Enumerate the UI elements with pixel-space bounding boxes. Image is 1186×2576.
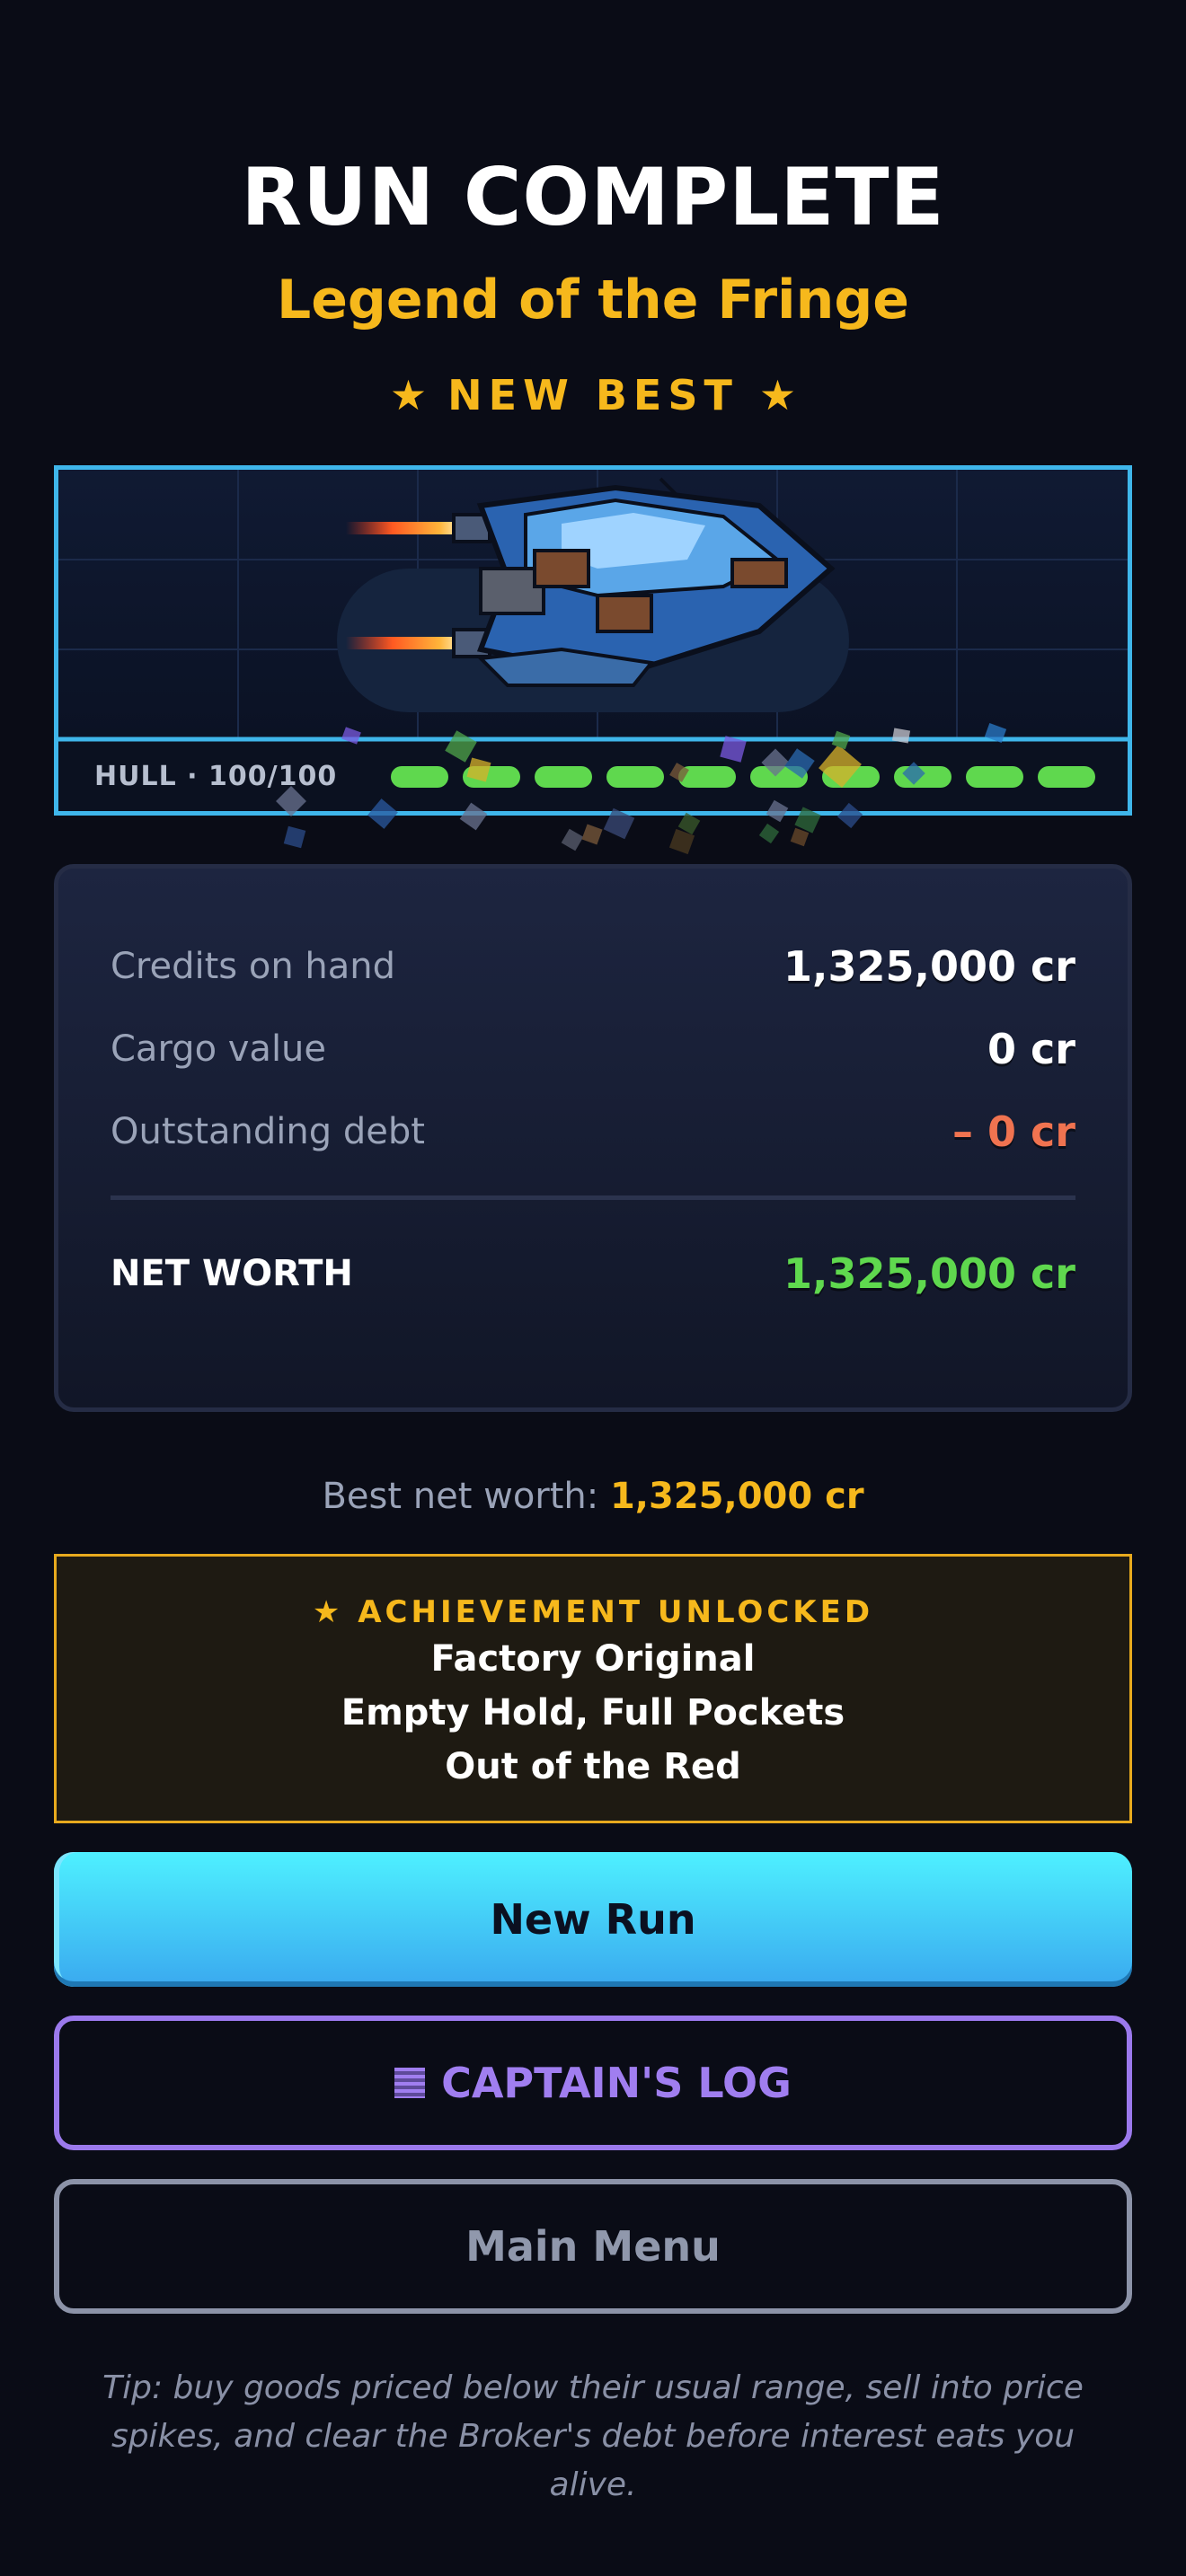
log-icon — [394, 2068, 426, 2098]
net-worth-value: 1,325,000 cr — [783, 1249, 1075, 1298]
stat-row-cargo: Cargo value 0 cr — [111, 1022, 1075, 1076]
tip-text: Tip: buy goods priced below their usual … — [102, 2369, 1084, 2503]
achievement-item: Out of the Red — [445, 1746, 741, 1787]
achievement-item: Empty Hold, Full Pockets — [341, 1692, 845, 1734]
best-value: 1,325,000 cr — [609, 1476, 864, 1517]
new-run-button[interactable]: New Run — [54, 1852, 1132, 1987]
achievement-heading-label: ACHIEVEMENT UNLOCKED — [358, 1594, 874, 1630]
net-worth-label: NET WORTH — [111, 1253, 353, 1294]
net-worth-row: NET WORTH 1,325,000 cr — [111, 1247, 1075, 1301]
new-run-label: New Run — [490, 1895, 696, 1944]
stat-row-credits: Credits on hand 1,325,000 cr — [111, 940, 1075, 993]
confetti-particles — [276, 723, 1007, 855]
stat-value: 1,325,000 cr — [783, 942, 1075, 991]
achievement-item: Factory Original — [430, 1638, 756, 1680]
divider — [111, 1195, 1075, 1200]
captains-log-label: CAPTAIN'S LOG — [441, 2059, 792, 2107]
captains-log-button[interactable]: CAPTAIN'S LOG — [54, 2016, 1132, 2150]
main-menu-button[interactable]: Main Menu — [54, 2179, 1132, 2314]
stats-panel: Credits on hand 1,325,000 cr Cargo value… — [54, 864, 1132, 1412]
main-menu-label: Main Menu — [465, 2222, 721, 2271]
stat-value: 0 cr — [987, 1025, 1075, 1073]
stat-row-debt: Outstanding debt – 0 cr — [111, 1105, 1075, 1159]
stat-value: – 0 cr — [952, 1107, 1075, 1156]
stat-label: Outstanding debt — [111, 1111, 425, 1152]
stat-label: Credits on hand — [111, 946, 395, 987]
star-icon: ★ — [312, 1594, 344, 1630]
best-net-worth: Best net worth: 1,325,000 cr — [0, 1469, 1186, 1523]
achievement-heading: ★ ACHIEVEMENT UNLOCKED — [57, 1592, 1129, 1632]
run-complete-screen: RUN COMPLETE Legend of the Fringe ★ NEW … — [0, 0, 1186, 2576]
achievement-panel: ★ ACHIEVEMENT UNLOCKED Factory Original … — [54, 1554, 1132, 1823]
best-label: Best net worth: — [322, 1476, 599, 1517]
stat-label: Cargo value — [111, 1028, 327, 1070]
